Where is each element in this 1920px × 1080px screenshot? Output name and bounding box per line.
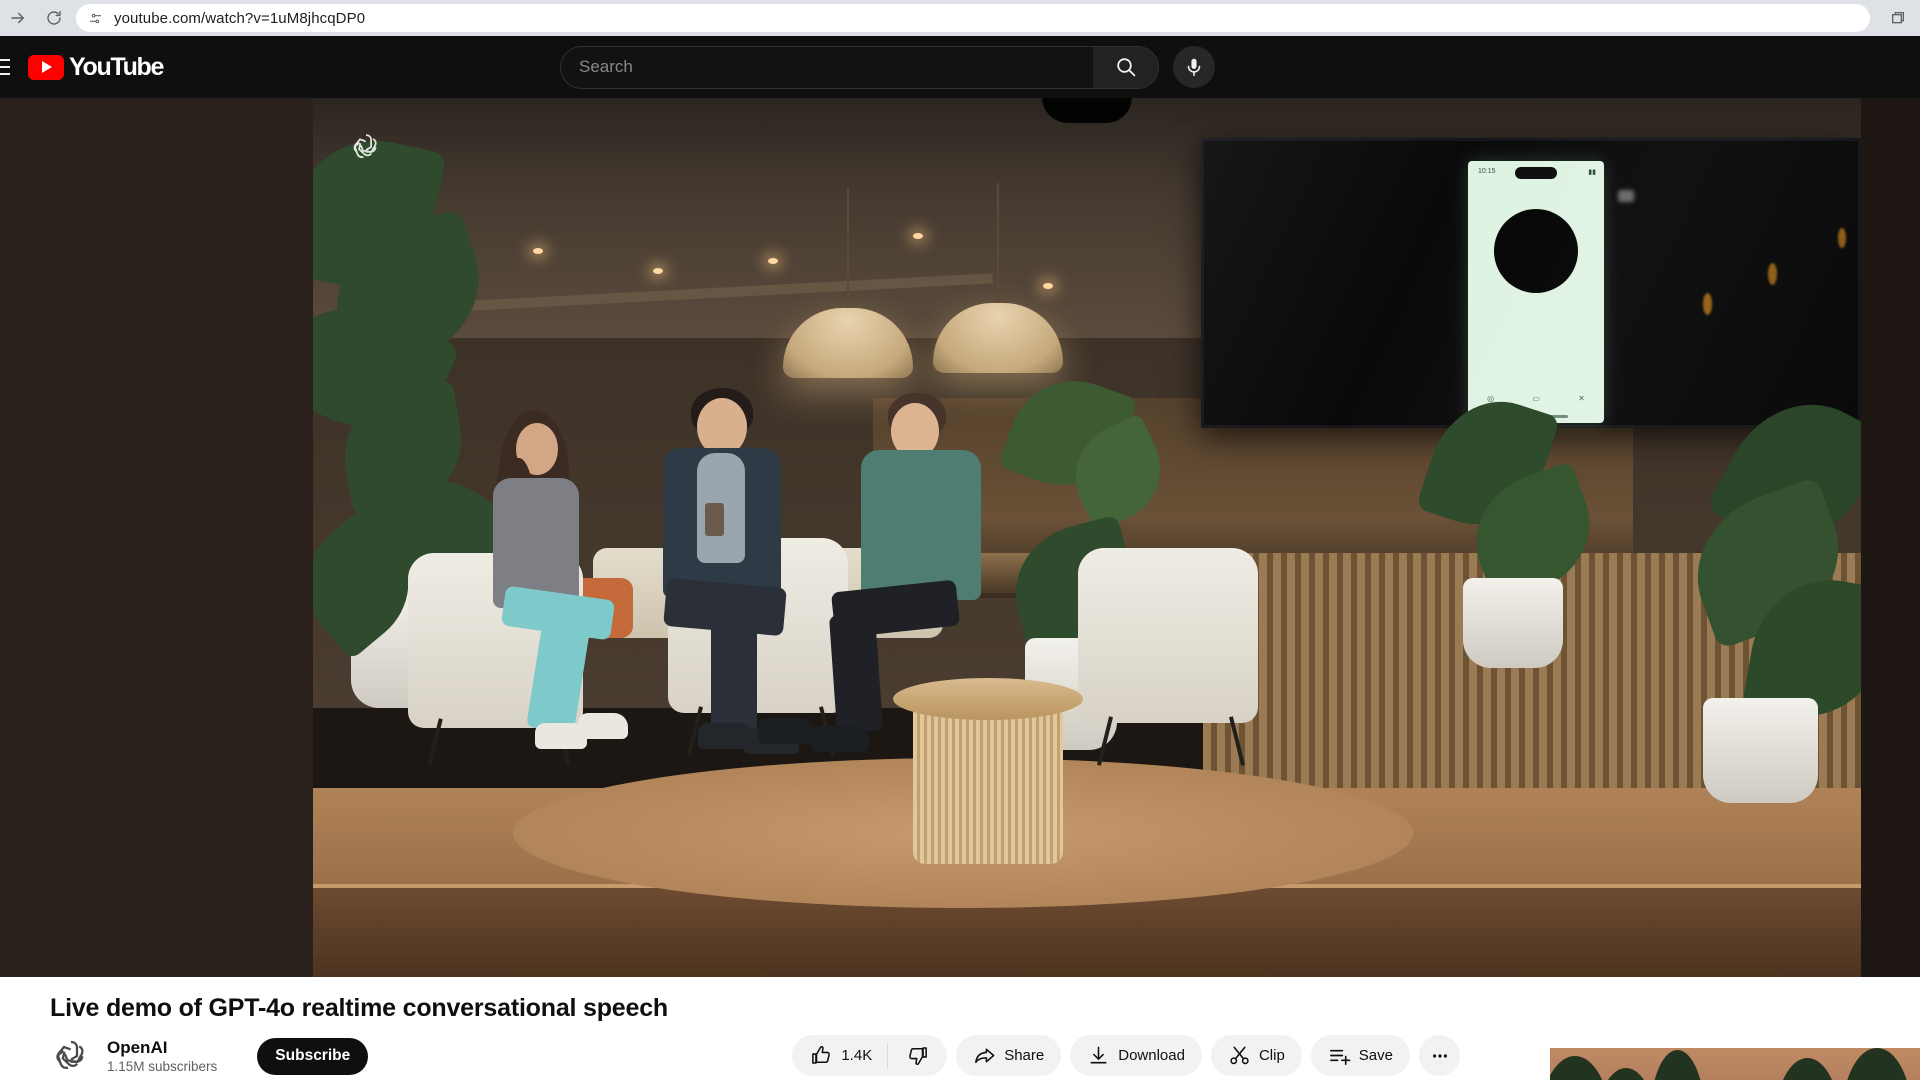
clip-label: Clip (1258, 1047, 1285, 1064)
masthead-center (560, 45, 1590, 89)
channel-avatar[interactable] (50, 1035, 92, 1077)
hamburger-line (0, 59, 10, 61)
save-to-playlist-icon (1329, 1049, 1351, 1065)
masthead-start: YouTube (0, 47, 560, 87)
video-action-bar: 1.4K Share Download Clip Save (792, 1035, 1460, 1076)
plant-pot (1703, 698, 1818, 803)
video-owner-row: OpenAI 1.15M subscribers Subscribe (50, 1035, 369, 1077)
save-button[interactable]: Save (1310, 1035, 1410, 1076)
openai-logo-icon (353, 134, 377, 158)
dislike-button[interactable] (888, 1035, 947, 1076)
arrow-forward-icon (11, 12, 24, 24)
video-frame: 10:15 ▮▮ ◎ ▭ ✕ (313, 98, 1861, 977)
voice-search-button[interactable] (1173, 46, 1215, 88)
window-controls (1880, 0, 1920, 36)
voice-assistant-orb (1494, 209, 1578, 293)
address-bar[interactable]: youtube.com/watch?v=1uM8jhcqDP0 (76, 4, 1870, 32)
search-input[interactable] (579, 57, 1093, 77)
player-scrub-preview (1042, 98, 1132, 123)
channel-info: OpenAI 1.15M subscribers (107, 1037, 217, 1076)
ceiling-light (533, 248, 543, 254)
stage-table-base (913, 696, 1063, 864)
person-shoe (758, 718, 814, 744)
phone-notch (1515, 167, 1557, 179)
video-player[interactable]: 10:15 ▮▮ ◎ ▭ ✕ (313, 98, 1861, 977)
scissors-icon (1230, 1046, 1249, 1065)
channel-name[interactable]: OpenAI (107, 1037, 217, 1058)
player-right-gutter (1861, 98, 1920, 977)
stage-chair (1078, 548, 1258, 723)
youtube-logo[interactable]: YouTube (28, 52, 164, 82)
ceiling-light (913, 233, 923, 239)
youtube-play-icon (28, 54, 64, 80)
tv-reflection (1838, 228, 1846, 248)
url-text: youtube.com/watch?v=1uM8jhcqDP0 (114, 9, 366, 27)
suggested-video-thumbnail[interactable]: PUBLIC LANDS (1550, 1048, 1920, 1080)
forward-button[interactable] (0, 0, 36, 36)
watch-page: 10:15 ▮▮ ◎ ▭ ✕ Live demo of GPT-4o realt… (0, 98, 1920, 1080)
site-settings-icon[interactable] (84, 7, 106, 29)
like-button[interactable]: 1.4K (792, 1035, 887, 1076)
restore-window-icon (1892, 12, 1904, 24)
person-shoe (578, 713, 628, 739)
openai-logo-watermark (349, 130, 383, 164)
ceiling-light (653, 268, 663, 274)
tv-reflection (1703, 293, 1712, 315)
search-button[interactable] (1093, 45, 1159, 89)
subscribe-button[interactable]: Subscribe (257, 1037, 369, 1075)
microphone-icon (1187, 58, 1201, 77)
held-phone (705, 503, 724, 536)
youtube-logo-text: YouTube (69, 52, 164, 81)
more-horizontal-icon (1432, 1053, 1447, 1058)
phone-status-icons: ▮▮ (1588, 169, 1596, 176)
close-icon: ✕ (1578, 393, 1585, 403)
stage-table-top (893, 678, 1083, 720)
like-dislike-group: 1.4K (792, 1035, 948, 1076)
like-count: 1.4K (841, 1047, 873, 1064)
hamburger-line (0, 73, 10, 75)
download-label: Download (1118, 1047, 1185, 1064)
more-actions-button[interactable] (1419, 1035, 1460, 1076)
share-label: Share (1004, 1047, 1045, 1064)
search-form (560, 45, 1215, 89)
suggestions-sidebar: PUBLIC LANDS (1550, 1048, 1920, 1080)
youtube-masthead: YouTube (0, 36, 1920, 98)
share-arrow-icon (975, 1048, 995, 1064)
plant-pot (1463, 578, 1563, 668)
hamburger-menu-icon[interactable] (0, 47, 10, 87)
channel-subscriber-count: 1.15M subscribers (107, 1058, 218, 1074)
hamburger-line (0, 66, 10, 68)
person-torso (861, 450, 981, 600)
browser-toolbar: youtube.com/watch?v=1uM8jhcqDP0 (0, 0, 1920, 36)
search-input-wrapper[interactable] (560, 45, 1093, 89)
ceiling-light (768, 258, 778, 264)
save-label: Save (1358, 1047, 1393, 1064)
phone-status-time: 10:15 (1478, 168, 1496, 175)
reload-icon (47, 10, 61, 25)
person-leg (711, 618, 757, 733)
tv-reflection (1768, 263, 1777, 285)
mute-icon: ▭ (1532, 393, 1540, 403)
tune-icon (89, 13, 101, 23)
search-icon (1116, 58, 1135, 77)
openai-logo-icon (56, 1040, 84, 1069)
tv-reflection (1618, 190, 1634, 202)
share-button[interactable]: Share (956, 1035, 1062, 1076)
stage-television: 10:15 ▮▮ ◎ ▭ ✕ (1201, 138, 1861, 428)
download-icon (1090, 1046, 1107, 1064)
thumbs-down-icon (909, 1047, 928, 1066)
phone-screen: 10:15 ▮▮ ◎ ▭ ✕ (1468, 161, 1604, 423)
reload-button[interactable] (36, 0, 72, 36)
person-shoe (811, 726, 869, 752)
clip-button[interactable]: Clip (1210, 1035, 1302, 1076)
thumbs-up-icon (812, 1045, 831, 1064)
video-title: Live demo of GPT-4o realtime conversatio… (50, 994, 668, 1022)
restore-window-button[interactable] (1880, 0, 1916, 36)
person-leg (828, 612, 884, 734)
download-button[interactable]: Download (1070, 1035, 1202, 1076)
player-left-gutter (0, 98, 313, 977)
ceiling-light (1043, 283, 1053, 289)
